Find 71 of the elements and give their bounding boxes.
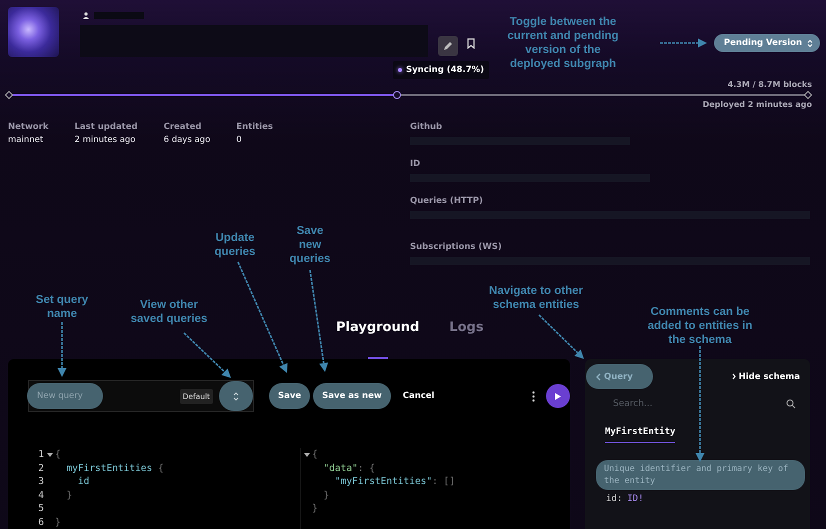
deployed-time: Deployed 2 minutes ago — [702, 100, 812, 110]
pencil-icon — [443, 41, 453, 51]
save-button[interactable]: Save — [269, 383, 310, 409]
edit-button[interactable] — [438, 36, 458, 56]
redacted-bar — [94, 12, 144, 19]
annotation-arrow — [538, 314, 584, 359]
version-toggle-button[interactable]: Pending Version — [714, 34, 820, 52]
search-icon[interactable] — [786, 399, 796, 409]
stat-label: Created — [164, 122, 202, 132]
schema-search-field[interactable]: Search... — [613, 395, 786, 413]
line-number: 1 — [37, 449, 44, 460]
avatar-image — [8, 7, 59, 57]
stat-value: 0 — [236, 135, 243, 145]
line-number: 2 — [37, 462, 44, 474]
sync-status: Syncing (48.7%) — [393, 61, 490, 79]
bookmark-icon[interactable] — [467, 38, 475, 49]
tab[interactable]: Playground — [336, 317, 420, 359]
fold-caret-icon[interactable] — [304, 452, 310, 457]
annotation-text: Toggle between the current and pending version of the deployed subgraph — [506, 15, 620, 71]
annotation-arrow — [183, 332, 231, 378]
annotation-text: Comments can be added to entities in the schema — [646, 305, 754, 347]
user-icon — [83, 12, 89, 19]
save-button[interactable]: Save as new — [313, 383, 391, 409]
query-select-button[interactable] — [219, 381, 253, 411]
chevron-left-icon — [596, 372, 601, 380]
query-name-field[interactable]: New query — [27, 383, 103, 409]
code-text: id — [76, 476, 90, 488]
hide-schema-button[interactable]: Hide schema — [732, 372, 800, 382]
field-type[interactable]: ID! — [627, 494, 644, 504]
endpoint-label: Github — [410, 122, 444, 132]
cancel-button[interactable]: Cancel — [394, 383, 444, 409]
annotation-text: Save new queries — [288, 224, 332, 266]
run-button[interactable] — [546, 384, 570, 408]
annotation-text: Update queries — [214, 231, 256, 259]
field-name: id: — [606, 494, 622, 504]
code-text: } — [65, 490, 72, 501]
code-text: "data": { — [322, 462, 375, 474]
line-number: 5 — [37, 503, 44, 514]
annotation-arrow — [58, 322, 66, 377]
play-icon — [555, 392, 561, 400]
chevron-updown-icon — [807, 38, 813, 48]
annotation-text: Set query name — [34, 293, 90, 321]
stat-label: Entities — [236, 122, 273, 132]
annotation-text: Navigate to other schema entities — [488, 284, 584, 312]
chevron-right-icon — [732, 373, 736, 380]
line-number: 6 — [37, 516, 44, 528]
tab[interactable]: Logs — [449, 317, 484, 359]
entity-tab[interactable]: MyFirstEntity — [605, 427, 676, 443]
code-text: "myFirstEntities": [] — [334, 476, 455, 488]
endpoint-label: Subscriptions (WS) — [410, 242, 503, 252]
stat-value: 2 minutes ago — [74, 135, 137, 145]
stat-value: 6 days ago — [164, 135, 210, 145]
field-comment: Unique identifier and primary key of the entity — [596, 460, 805, 490]
annotation-text: View other saved queries — [130, 298, 208, 326]
code-text: { — [312, 449, 318, 460]
chevron-updown-icon — [233, 390, 239, 402]
line-number: 3 — [37, 476, 44, 488]
code-text: myFirstEntities { — [65, 462, 164, 474]
stat-label: Network — [8, 122, 48, 132]
code-text: } — [55, 516, 61, 528]
code-text: } — [312, 503, 318, 514]
blocks-count: 4.3M / 8.7M blocks — [728, 80, 812, 90]
annotation-arrow — [660, 38, 707, 48]
endpoint-label: ID — [410, 159, 422, 169]
line-number: 4 — [37, 490, 44, 501]
fold-caret-icon[interactable] — [46, 452, 52, 457]
stat-label: Last updated — [74, 122, 138, 132]
endpoint-label: Queries (HTTP) — [410, 196, 484, 206]
stat-value: mainnet — [8, 135, 44, 145]
code-text: { — [55, 449, 61, 460]
code-text: } — [322, 490, 330, 501]
